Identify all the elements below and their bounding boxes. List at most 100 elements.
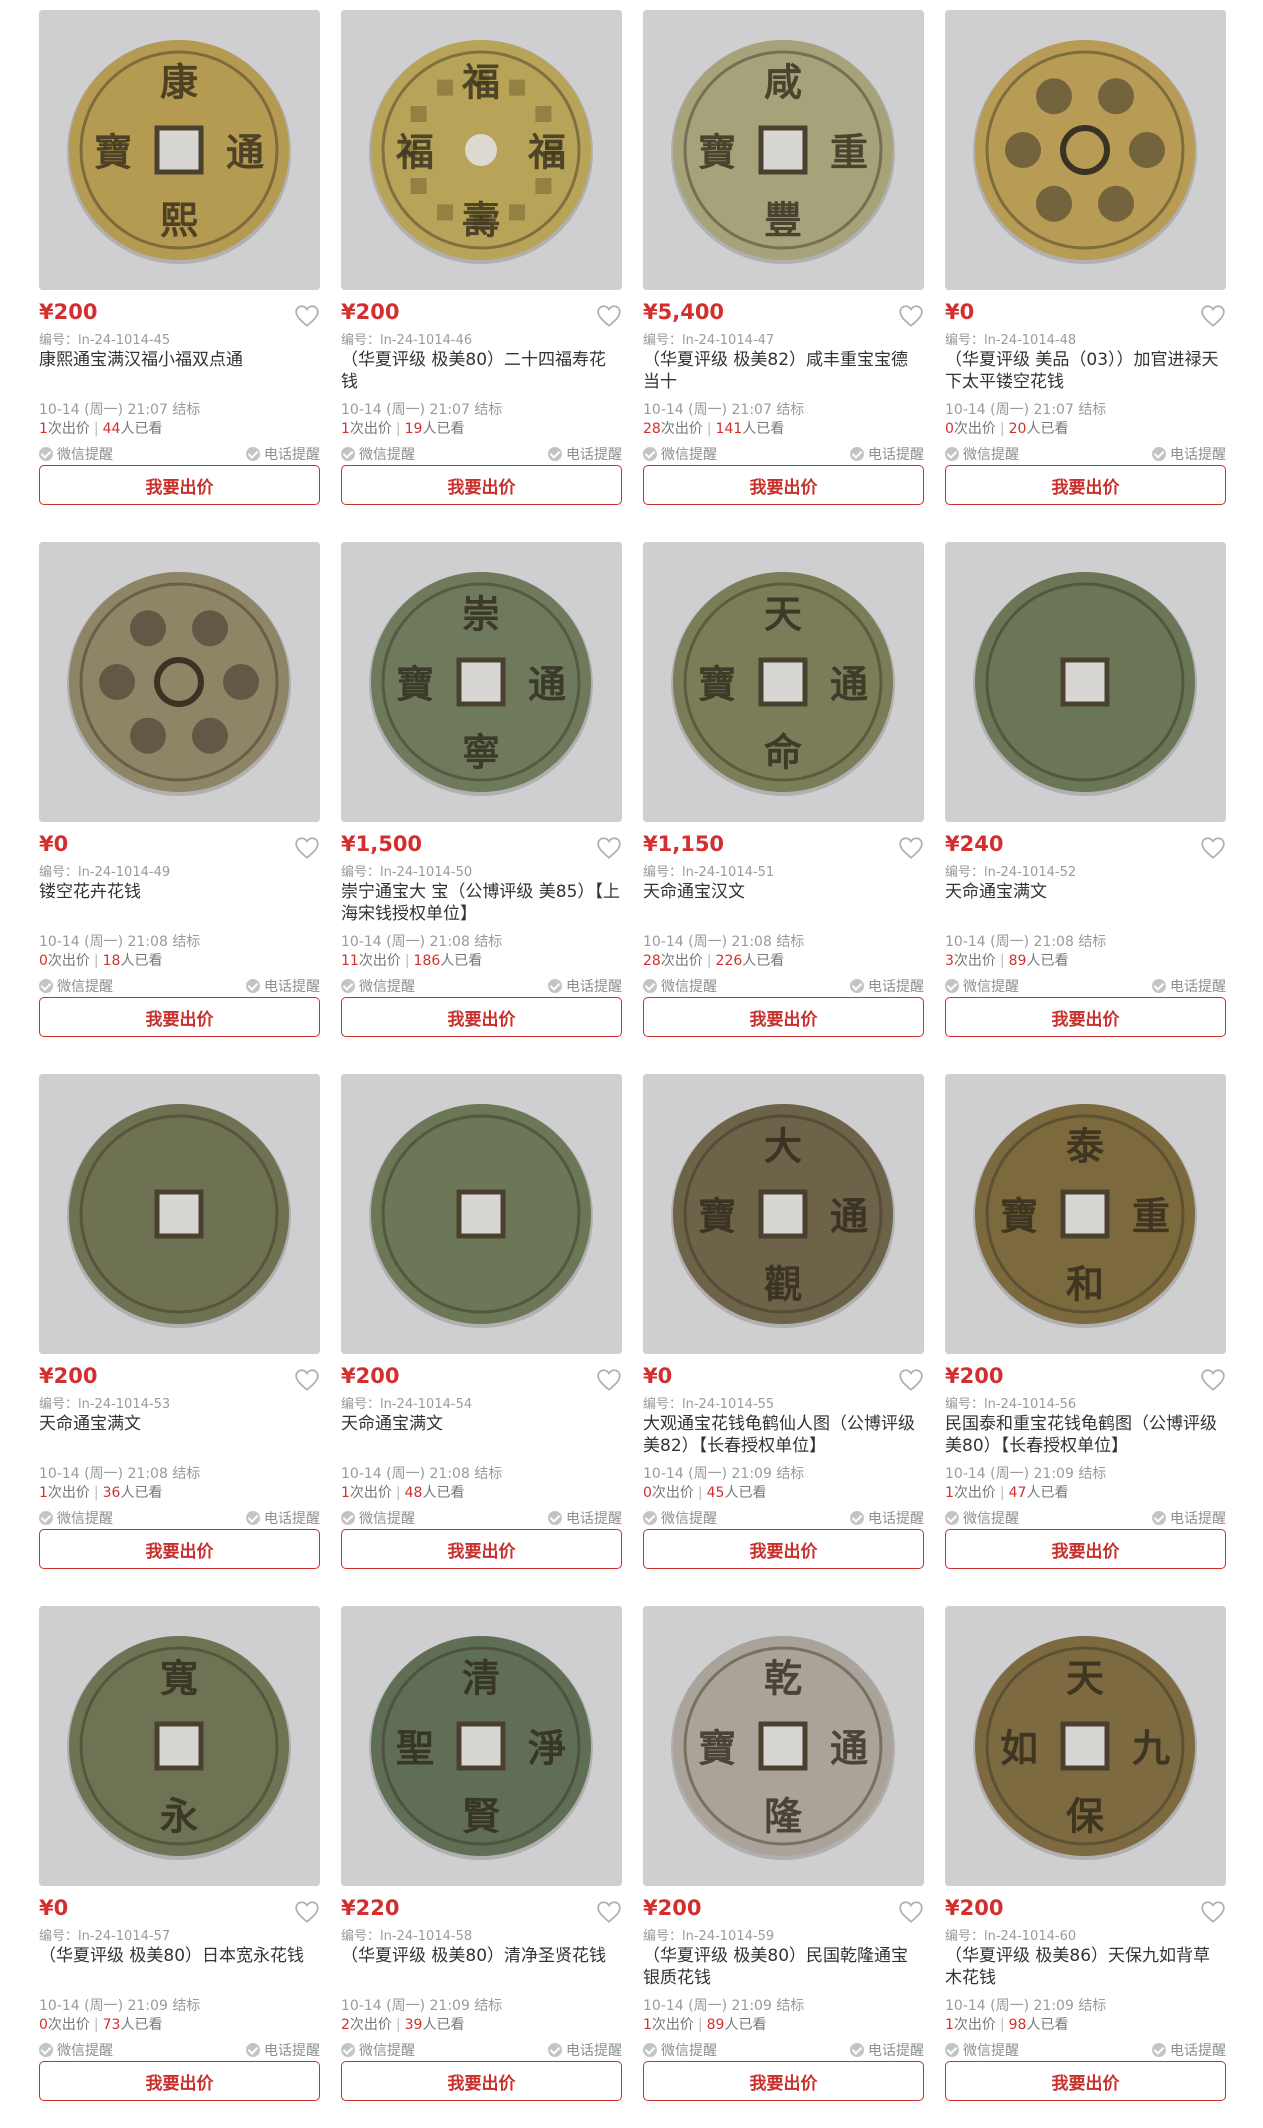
- favorite-heart-icon[interactable]: [294, 1368, 320, 1392]
- phone-remind[interactable]: 电话提醒: [850, 2040, 924, 2060]
- lot-title[interactable]: （华夏评级 美品（03））加官进禄天下太平镂空花钱: [945, 349, 1226, 393]
- lot-title[interactable]: 天命通宝满文: [39, 1413, 320, 1435]
- phone-remind[interactable]: 电话提醒: [246, 976, 320, 996]
- coin-photo[interactable]: 寬永: [39, 1606, 320, 1886]
- auction-card[interactable]: 乾隆通 寶 ¥200 编号：ln-24-1014-59 （华夏评级 极美80）民国乾隆通…: [643, 1596, 924, 2101]
- favorite-heart-icon[interactable]: [1200, 836, 1226, 860]
- auction-card[interactable]: 泰和重 寶 ¥200 编号：ln-24-1014-56 民国泰和重宝花钱龟鹤图（公博评级…: [945, 1064, 1226, 1569]
- bid-button[interactable]: 我要出价: [341, 1529, 622, 1569]
- bid-button[interactable]: 我要出价: [39, 1529, 320, 1569]
- bid-button[interactable]: 我要出价: [945, 465, 1226, 505]
- wechat-remind[interactable]: 微信提醒: [643, 1508, 717, 1528]
- favorite-heart-icon[interactable]: [898, 304, 924, 328]
- auction-card[interactable]: 大觀通 寶 ¥0 编号：ln-24-1014-55 大观通宝花钱龟鹤仙人图（公博评级 美…: [643, 1064, 924, 1569]
- favorite-heart-icon[interactable]: [596, 1368, 622, 1392]
- lot-title[interactable]: 天命通宝满文: [341, 1413, 622, 1435]
- favorite-heart-icon[interactable]: [294, 1900, 320, 1924]
- auction-card[interactable]: 康熙通 寶 ¥200 编号：ln-24-1014-45 康熙通宝满汉福小福双点通 10-1…: [39, 0, 320, 505]
- bid-button[interactable]: 我要出价: [341, 465, 622, 505]
- phone-remind[interactable]: 电话提醒: [850, 1508, 924, 1528]
- coin-photo[interactable]: 天命通 寶: [643, 542, 924, 822]
- favorite-heart-icon[interactable]: [596, 304, 622, 328]
- favorite-heart-icon[interactable]: [1200, 304, 1226, 328]
- coin-photo[interactable]: [39, 542, 320, 822]
- phone-remind[interactable]: 电话提醒: [548, 444, 622, 464]
- phone-remind[interactable]: 电话提醒: [1152, 2040, 1226, 2060]
- phone-remind[interactable]: 电话提醒: [246, 1508, 320, 1528]
- wechat-remind[interactable]: 微信提醒: [945, 1508, 1019, 1528]
- wechat-remind[interactable]: 微信提醒: [945, 2040, 1019, 2060]
- wechat-remind[interactable]: 微信提醒: [643, 976, 717, 996]
- lot-title[interactable]: 镂空花卉花钱: [39, 881, 320, 903]
- phone-remind[interactable]: 电话提醒: [548, 1508, 622, 1528]
- phone-remind[interactable]: 电话提醒: [548, 976, 622, 996]
- auction-card[interactable]: ¥240 编号：ln-24-1014-52 天命通宝满文 10-14 (周一) 21:…: [945, 532, 1226, 1037]
- favorite-heart-icon[interactable]: [898, 1900, 924, 1924]
- wechat-remind[interactable]: 微信提醒: [39, 1508, 113, 1528]
- bid-button[interactable]: 我要出价: [39, 465, 320, 505]
- wechat-remind[interactable]: 微信提醒: [39, 2040, 113, 2060]
- wechat-remind[interactable]: 微信提醒: [945, 444, 1019, 464]
- coin-photo[interactable]: 康熙通 寶: [39, 10, 320, 290]
- auction-card[interactable]: ¥0 编号：ln-24-1014-48 （华夏评级 美品（03））加官进禄天下太平镂…: [945, 0, 1226, 505]
- lot-title[interactable]: 天命通宝汉文: [643, 881, 924, 903]
- bid-button[interactable]: 我要出价: [643, 997, 924, 1037]
- auction-card[interactable]: 天命通 寶 ¥1,150 编号：ln-24-1014-51 天命通宝汉文 10-14 (周…: [643, 532, 924, 1037]
- bid-button[interactable]: 我要出价: [643, 2061, 924, 2101]
- auction-card[interactable]: 福壽福福 ¥200 编号：ln-24-1014-46 （华夏评级 极美80）二十四福寿…: [341, 0, 622, 505]
- favorite-heart-icon[interactable]: [294, 304, 320, 328]
- lot-title[interactable]: （华夏评级 极美82）咸丰重宝宝德当十: [643, 349, 924, 393]
- phone-remind[interactable]: 电话提醒: [850, 976, 924, 996]
- bid-button[interactable]: 我要出价: [643, 1529, 924, 1569]
- wechat-remind[interactable]: 微信提醒: [39, 976, 113, 996]
- wechat-remind[interactable]: 微信提醒: [39, 444, 113, 464]
- coin-photo[interactable]: 咸豐重 寶: [643, 10, 924, 290]
- lot-title[interactable]: （华夏评级 极美80）民国乾隆通宝银质花钱: [643, 1945, 924, 1989]
- bid-button[interactable]: 我要出价: [945, 2061, 1226, 2101]
- favorite-heart-icon[interactable]: [1200, 1900, 1226, 1924]
- phone-remind[interactable]: 电话提醒: [1152, 976, 1226, 996]
- auction-card[interactable]: ¥0 编号：ln-24-1014-49 镂空花卉花钱 10-14 (周一) 21:08…: [39, 532, 320, 1037]
- wechat-remind[interactable]: 微信提醒: [341, 2040, 415, 2060]
- wechat-remind[interactable]: 微信提醒: [643, 2040, 717, 2060]
- auction-card[interactable]: 崇寧通 寶 ¥1,500 编号：ln-24-1014-50 崇宁通宝大 宝（公博评级 美…: [341, 532, 622, 1037]
- wechat-remind[interactable]: 微信提醒: [341, 444, 415, 464]
- lot-title[interactable]: 天命通宝满文: [945, 881, 1226, 903]
- wechat-remind[interactable]: 微信提醒: [643, 444, 717, 464]
- phone-remind[interactable]: 电话提醒: [246, 2040, 320, 2060]
- favorite-heart-icon[interactable]: [294, 836, 320, 860]
- favorite-heart-icon[interactable]: [898, 1368, 924, 1392]
- lot-title[interactable]: （华夏评级 极美80）日本宽永花钱: [39, 1945, 320, 1967]
- lot-title[interactable]: 康熙通宝满汉福小福双点通: [39, 349, 320, 371]
- bid-button[interactable]: 我要出价: [643, 465, 924, 505]
- bid-button[interactable]: 我要出价: [341, 997, 622, 1037]
- coin-photo[interactable]: 福壽福福: [341, 10, 622, 290]
- lot-title[interactable]: （华夏评级 极美80）清净圣贤花钱: [341, 1945, 622, 1967]
- bid-button[interactable]: 我要出价: [39, 997, 320, 1037]
- phone-remind[interactable]: 电话提醒: [548, 2040, 622, 2060]
- auction-card[interactable]: ¥200 编号：ln-24-1014-53 天命通宝满文 10-14 (周一) 21:…: [39, 1064, 320, 1569]
- auction-card[interactable]: 天保九 如 ¥200 编号：ln-24-1014-60 （华夏评级 极美86）天保九如背…: [945, 1596, 1226, 2101]
- coin-photo[interactable]: [945, 542, 1226, 822]
- wechat-remind[interactable]: 微信提醒: [341, 1508, 415, 1528]
- favorite-heart-icon[interactable]: [1200, 1368, 1226, 1392]
- auction-card[interactable]: 寬永 ¥0 编号：ln-24-1014-57 （华夏评级 极美80）日本宽永花钱 10-…: [39, 1596, 320, 2101]
- favorite-heart-icon[interactable]: [596, 836, 622, 860]
- bid-button[interactable]: 我要出价: [341, 2061, 622, 2101]
- coin-photo[interactable]: 乾隆通 寶: [643, 1606, 924, 1886]
- coin-photo[interactable]: 泰和重 寶: [945, 1074, 1226, 1354]
- lot-title[interactable]: 崇宁通宝大 宝（公博评级 美85）【上海宋钱授权单位】: [341, 881, 622, 925]
- auction-card[interactable]: ¥200 编号：ln-24-1014-54 天命通宝满文 10-14 (周一) 21:…: [341, 1064, 622, 1569]
- wechat-remind[interactable]: 微信提醒: [945, 976, 1019, 996]
- auction-card[interactable]: 清賢淨 聖 ¥220 编号：ln-24-1014-58 （华夏评级 极美80）清净圣贤花…: [341, 1596, 622, 2101]
- coin-photo[interactable]: [341, 1074, 622, 1354]
- bid-button[interactable]: 我要出价: [945, 997, 1226, 1037]
- coin-photo[interactable]: 崇寧通 寶: [341, 542, 622, 822]
- bid-button[interactable]: 我要出价: [39, 2061, 320, 2101]
- auction-card[interactable]: 咸豐重 寶 ¥5,400 编号：ln-24-1014-47 （华夏评级 极美82）咸丰重…: [643, 0, 924, 505]
- favorite-heart-icon[interactable]: [898, 836, 924, 860]
- coin-photo[interactable]: [945, 10, 1226, 290]
- wechat-remind[interactable]: 微信提醒: [341, 976, 415, 996]
- coin-photo[interactable]: 清賢淨 聖: [341, 1606, 622, 1886]
- phone-remind[interactable]: 电话提醒: [1152, 444, 1226, 464]
